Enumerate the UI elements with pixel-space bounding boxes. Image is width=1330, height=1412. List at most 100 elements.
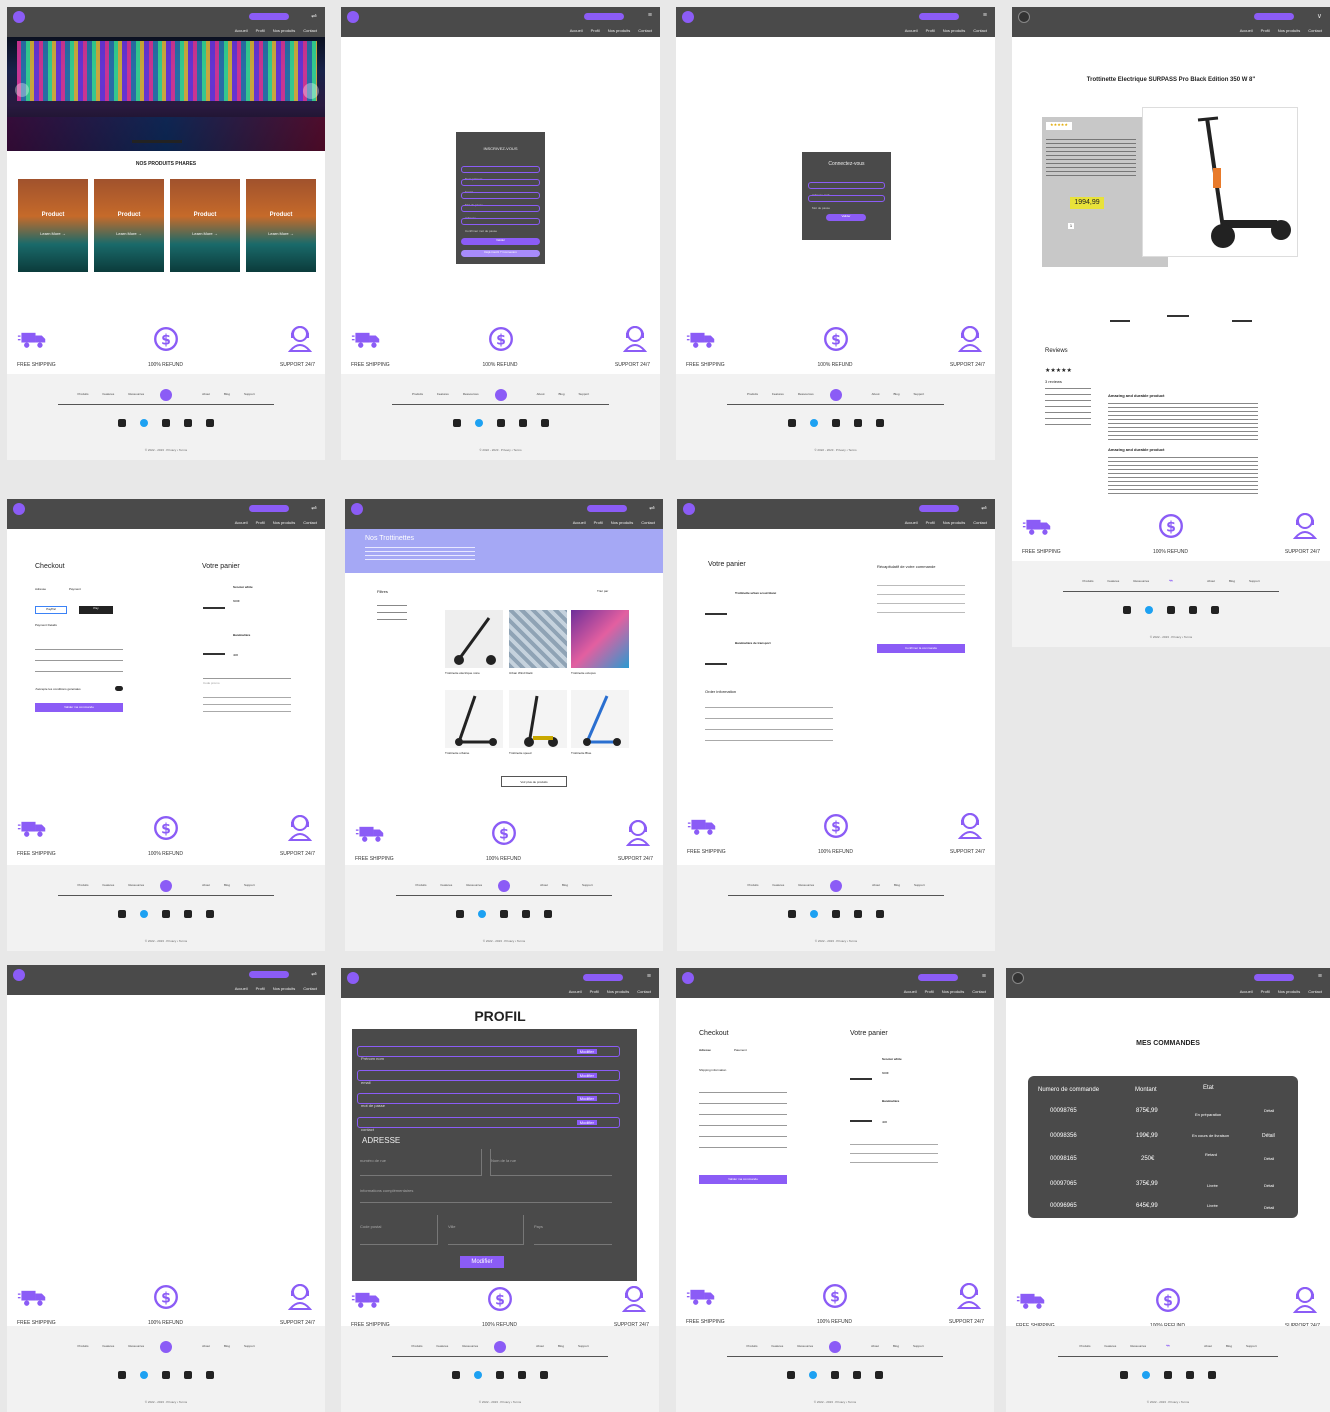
submit-order-button[interactable]: Valider ma commande [699,1175,787,1184]
footer-link[interactable]: About [202,883,210,887]
nav-produits[interactable]: Nos produits [273,28,295,33]
learn-more-link[interactable]: Learn More → [94,231,164,236]
logo[interactable] [682,11,694,23]
footer-link[interactable]: Ressources [1133,579,1149,583]
tab-payment[interactable]: Paiement [734,1048,747,1052]
footer-link[interactable]: Ressources [798,883,814,887]
footer-link[interactable]: About [872,392,880,396]
instagram-icon[interactable] [787,419,796,427]
nav-produits[interactable]: Nos produits [1278,989,1300,994]
footer-link[interactable]: Support [244,1344,255,1348]
nav-profil[interactable]: Profil [926,520,935,525]
detail-link[interactable]: Détail [1264,1205,1274,1210]
footer-link[interactable]: Blog [559,392,565,396]
footer-link[interactable]: Features [437,392,449,396]
footer-link[interactable]: Ressources [466,883,482,887]
reddit-icon[interactable] [854,910,862,918]
footer-link[interactable]: Features [440,883,452,887]
discord-icon[interactable] [1211,606,1219,614]
footer-link[interactable]: Blog [894,392,900,396]
cart-icon[interactable]: ⇌ [649,504,655,512]
filter-list[interactable] [377,599,407,621]
edit-button[interactable]: Modifier [576,1049,597,1054]
edit-button[interactable]: Modifier [576,1096,597,1101]
footer-link[interactable]: Ressources [462,1344,478,1348]
nav-profil[interactable]: Profil [256,520,265,525]
reddit-icon[interactable] [1186,1371,1194,1379]
nav-accueil[interactable]: Accueil [1240,28,1253,33]
search-bar[interactable] [1254,13,1294,20]
password-field[interactable]: mot de passe Modifier [357,1093,620,1108]
sort-label[interactable]: Trier par [597,589,608,593]
nav-contact[interactable]: Contact [1308,28,1322,33]
nav-produits[interactable]: Nos produits [608,28,630,33]
footer-link[interactable]: Features [772,392,784,396]
discord-icon[interactable] [206,910,214,918]
footer-link[interactable]: Blog [224,883,230,887]
twitter-icon[interactable] [474,1371,482,1379]
nav-produits[interactable]: Nos produits [943,520,965,525]
footer-link[interactable]: Blog [224,392,230,396]
tab-address[interactable]: Adresse [699,1048,711,1052]
footer-link[interactable]: Support [578,1344,589,1348]
search-bar[interactable] [918,974,958,981]
footer-link[interactable]: Ressources [128,1344,144,1348]
github-icon[interactable] [1167,606,1175,614]
search-bar[interactable] [249,505,289,512]
github-icon[interactable] [1164,1371,1172,1379]
footer-link[interactable]: Support [1246,1344,1257,1348]
footer-link[interactable]: Blog [894,883,900,887]
footer-logo[interactable] [494,389,507,401]
reddit-icon[interactable] [1189,606,1197,614]
reddit-icon[interactable] [184,419,192,427]
footer-link[interactable]: Produits [747,883,758,887]
logo[interactable] [347,972,359,984]
footer-link[interactable]: Produits [746,1344,757,1348]
promo-code-input[interactable]: Code promo [203,671,291,685]
instagram-icon[interactable] [118,419,126,427]
discord-icon[interactable] [206,419,214,427]
nav-contact[interactable]: Contact [972,989,986,994]
email-field[interactable]: Email [461,179,540,194]
paypal-button[interactable]: PayPal [35,606,67,614]
logo[interactable] [683,503,695,515]
product-card[interactable] [571,610,629,668]
detail-link[interactable]: Détail [1264,1156,1274,1161]
cart-icon[interactable]: ⇌ [311,504,317,512]
instagram-icon[interactable] [452,419,461,427]
footer-link[interactable]: Features [102,1344,114,1348]
cart-icon[interactable]: ≡ [983,12,987,19]
footer-link[interactable]: Features [436,1344,448,1348]
nav-contact[interactable]: Contact [638,28,652,33]
nav-accueil[interactable]: Accueil [569,989,582,994]
instagram-icon[interactable] [456,910,464,918]
github-icon[interactable] [500,910,508,918]
nav-accueil[interactable]: Accueil [905,520,918,525]
nav-profil[interactable]: Profil [925,989,934,994]
footer-logo[interactable]: ⌁ [1165,576,1177,588]
thumbnail-2[interactable] [1167,305,1189,317]
discord-icon[interactable] [875,1371,883,1379]
quantity-stepper[interactable]: 1 [1068,223,1074,229]
product-card[interactable] [509,610,567,668]
footer-logo[interactable] [830,880,842,892]
load-more-button[interactable]: Voir plus de produits [501,776,567,787]
footer-logo[interactable] [494,1341,506,1353]
search-bar[interactable] [919,13,959,20]
footer-link[interactable]: Blog [893,1344,899,1348]
footer-link[interactable]: Blog [558,1344,564,1348]
product-card[interactable]: Product Learn More → [94,179,164,272]
footer-logo[interactable] [160,389,172,401]
logo[interactable] [682,972,694,984]
cart-icon[interactable]: ≡ [647,973,651,980]
search-bar[interactable] [1254,974,1294,981]
step-payment[interactable]: Payment [69,587,81,591]
instagram-icon[interactable] [788,910,796,918]
footer-link[interactable]: Produits [77,883,88,887]
instagram-icon[interactable] [1123,606,1131,614]
instagram-icon[interactable] [118,910,126,918]
twitter-icon[interactable] [809,1371,817,1379]
nav-accueil[interactable]: Accueil [235,520,248,525]
password-field[interactable]: Mot de passe [808,195,885,210]
nav-profil[interactable]: Profil [591,28,600,33]
